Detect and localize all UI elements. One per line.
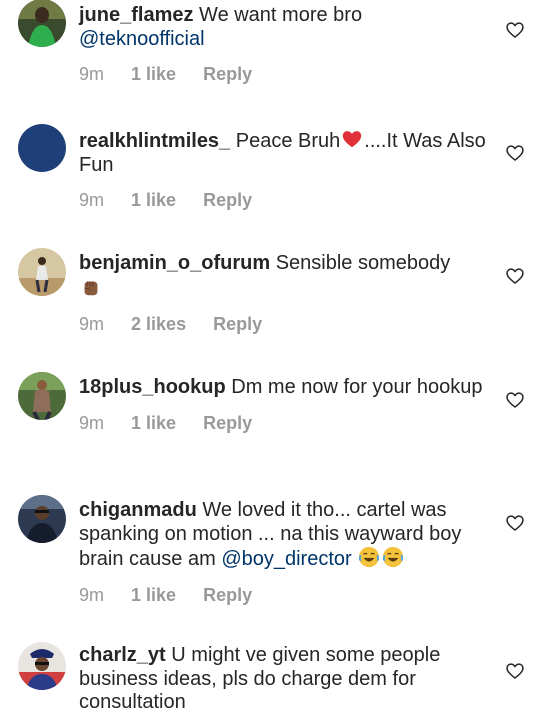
avatar[interactable]: [18, 372, 66, 420]
comment-body: Sensible somebody: [275, 252, 451, 274]
likes-count[interactable]: 1 like: [131, 64, 176, 84]
comment-username[interactable]: 18plus_hookup: [79, 376, 226, 398]
heart-outline-icon[interactable]: [505, 143, 525, 163]
mention-link[interactable]: @teknoofficial: [79, 28, 205, 50]
avatar[interactable]: [18, 248, 66, 296]
comment-body: We want more bro: [199, 4, 363, 26]
heart-outline-icon[interactable]: [505, 266, 525, 286]
comments-list: june_flamez We want more bro @teknooffic…: [0, 0, 557, 720]
comment-username[interactable]: june_flamez: [79, 4, 193, 26]
reply-button[interactable]: Reply: [203, 64, 252, 84]
heart-outline-icon[interactable]: [505, 20, 525, 40]
comment-text: 18plus_hookup Dm me now for your hookup: [79, 376, 489, 400]
tears-of-joy-emoji: [358, 546, 380, 568]
comment-text: charlz_yt U might ve given some people b…: [79, 644, 489, 715]
comment-username[interactable]: chiganmadu: [79, 499, 197, 521]
raised-fist-emoji: [84, 281, 98, 295]
likes-count[interactable]: 1 like: [131, 190, 176, 210]
likes-count[interactable]: 1 like: [131, 585, 176, 605]
heart-outline-icon[interactable]: [505, 661, 525, 681]
reply-button[interactable]: Reply: [203, 585, 252, 605]
comment-meta: 9m 1 like Reply: [79, 62, 489, 86]
mention-link[interactable]: @boy_director: [221, 548, 351, 570]
comment-text: benjamin_o_ofurum Sensible somebody: [79, 252, 489, 301]
comment-time: 9m: [79, 314, 105, 334]
comment-text: june_flamez We want more bro @teknooffic…: [79, 4, 489, 51]
reply-button[interactable]: Reply: [203, 413, 252, 433]
comment-time: 9m: [79, 412, 105, 433]
red-heart-emoji: [343, 131, 362, 148]
comment-text: chiganmadu We loved it tho... cartel was…: [79, 499, 489, 572]
comment-body: Peace Bruh: [235, 130, 341, 152]
comment-time: 9m: [79, 584, 105, 605]
avatar[interactable]: [18, 124, 66, 172]
comment-meta: 9m 1 like Reply: [79, 188, 489, 212]
comment-body: Dm me now for your hookup: [231, 376, 483, 398]
comment-time: 9m: [79, 190, 105, 210]
avatar[interactable]: [18, 0, 66, 47]
comment-meta: 9m 2 likes Reply: [79, 312, 489, 336]
reply-button[interactable]: Reply: [213, 314, 262, 334]
heart-outline-icon[interactable]: [505, 513, 525, 533]
comment-text: realkhlintmiles_ Peace Bruh ....It Was Al…: [79, 128, 489, 177]
comment-username[interactable]: realkhlintmiles_: [79, 130, 230, 152]
likes-count[interactable]: 1 like: [131, 413, 176, 433]
comment-meta: 9m 1 like Reply: [79, 411, 489, 435]
heart-outline-icon[interactable]: [505, 390, 525, 410]
comment-username[interactable]: charlz_yt: [79, 644, 166, 666]
reply-button[interactable]: Reply: [203, 190, 252, 210]
avatar[interactable]: [18, 642, 66, 690]
comment-meta: 9m 1 like Reply: [79, 583, 489, 607]
comment-time: 9m: [79, 64, 105, 84]
tears-of-joy-emoji: [382, 546, 404, 568]
comment-username[interactable]: benjamin_o_ofurum: [79, 252, 270, 274]
avatar[interactable]: [18, 495, 66, 543]
likes-count[interactable]: 2 likes: [131, 314, 186, 334]
